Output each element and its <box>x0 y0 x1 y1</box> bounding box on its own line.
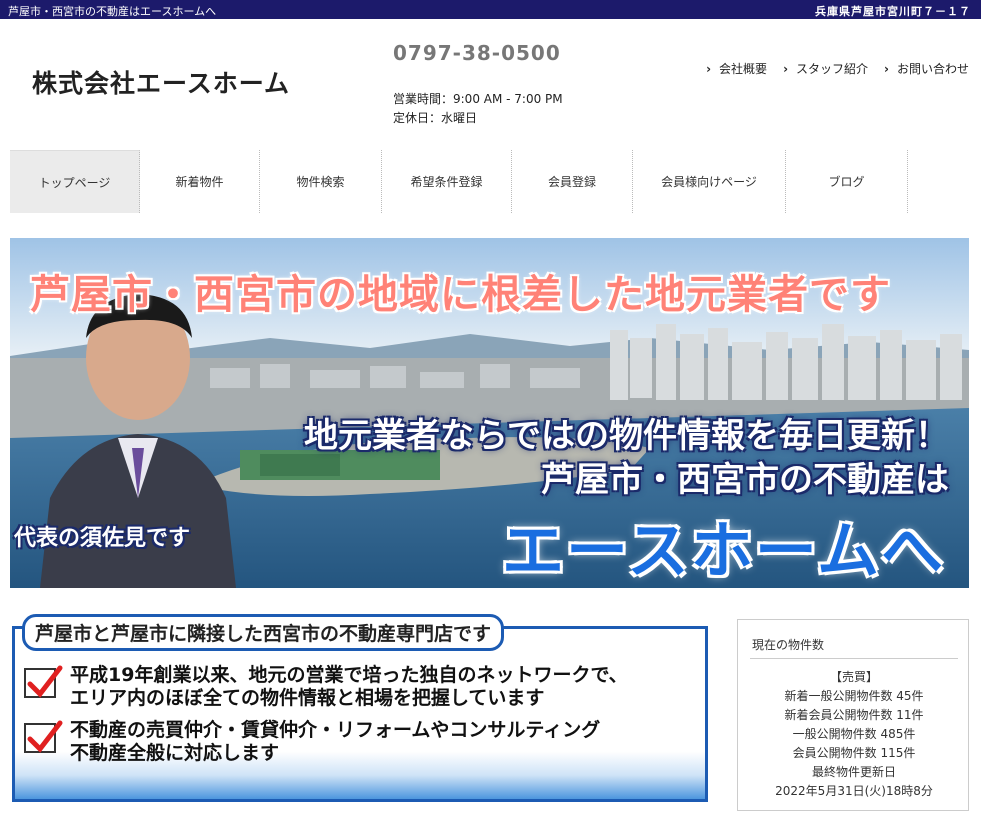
nav-item-register[interactable]: 会員登録 <box>512 150 633 213</box>
top-bar: 芦屋市・西宮市の不動産はエースホームへ 兵庫県芦屋市宮川町７－１７ <box>0 0 981 19</box>
link-contact[interactable]: お問い合わせ <box>884 60 969 77</box>
widget-list: 【売買】 新着一般公開物件数 45件 新着会員公開物件数 11件 一般公開物件数… <box>738 668 970 801</box>
nav-item-top[interactable]: トップページ <box>10 150 140 213</box>
opening-hours: 営業時間：9:00 AM - 7:00 PM <box>393 92 563 106</box>
widget-line-category: 【売買】 <box>829 670 878 684</box>
widget-title: 現在の物件数 <box>752 638 825 652</box>
representative-caption: 代表の須佐見です <box>14 526 191 551</box>
hero-brand: エースホームへ <box>501 514 945 587</box>
hero-headline: 芦屋市・西宮市の地域に根差した地元業者です <box>30 272 891 318</box>
intro-title: 芦屋市と芦屋市に隣接した西宮市の不動産専門店です <box>22 614 505 651</box>
intro-point: 不動産の売買仲介・賃貸仲介・リフォームやコンサルティング 不動産全般に対応します <box>24 719 600 765</box>
hero-subline-2: 芦屋市・西宮市の不動産は <box>541 460 949 500</box>
nav-item-wish[interactable]: 希望条件登録 <box>382 150 512 213</box>
intro-point-2-line-2: 不動産全般に対応します <box>70 742 280 764</box>
widget-divider <box>750 658 958 659</box>
check-icon <box>24 720 63 753</box>
intro-point-1-line-1: 平成19年創業以来、地元の営業で培った独自のネットワークで、 <box>70 664 628 686</box>
widget-line-member: 会員公開物件数 115件 <box>792 746 916 760</box>
hero-banner: 芦屋市・西宮市の地域に根差した地元業者です 地元業者ならではの物件情報を毎日更新… <box>10 238 969 588</box>
address: 兵庫県芦屋市宮川町７－１７ <box>815 5 971 18</box>
intro-point-1-line-2: エリア内のほぼ全ての物件情報と相場を把握しています <box>70 687 545 709</box>
header-links: 会社概要 スタッフ紹介 お問い合わせ <box>706 60 969 77</box>
widget-line-new-public: 新着一般公開物件数 45件 <box>784 689 924 703</box>
widget-line-public: 一般公開物件数 485件 <box>792 727 916 741</box>
closed-day: 定休日：水曜日 <box>393 111 478 125</box>
link-staff[interactable]: スタッフ紹介 <box>783 60 868 77</box>
phone-number: 0797-38-0500 <box>393 41 561 65</box>
nav-item-member[interactable]: 会員様向けページ <box>633 150 786 213</box>
hero-subline-1: 地元業者ならではの物件情報を毎日更新！ <box>304 416 949 456</box>
business-hours: 営業時間：9:00 AM - 7:00 PM 定休日：水曜日 <box>393 90 563 128</box>
widget-line-updated-date: 2022年5月31日(火)18時8分 <box>775 784 933 798</box>
nav-item-search[interactable]: 物件検索 <box>260 150 382 213</box>
intro-point-2-line-1: 不動産の売買仲介・賃貸仲介・リフォームやコンサルティング <box>70 719 601 741</box>
site-tagline: 芦屋市・西宮市の不動産はエースホームへ <box>8 5 217 18</box>
nav-item-new[interactable]: 新着物件 <box>140 150 260 213</box>
nav-item-blog[interactable]: ブログ <box>786 150 908 213</box>
check-icon <box>24 665 63 698</box>
main-nav: トップページ 新着物件 物件検索 希望条件登録 会員登録 会員様向けページ ブロ… <box>10 150 908 213</box>
intro-box: 芦屋市と芦屋市に隣接した西宮市の不動産専門店です 平成19年創業以来、地元の営業… <box>12 612 712 802</box>
link-company-profile[interactable]: 会社概要 <box>706 60 767 77</box>
listing-count-widget: 現在の物件数 【売買】 新着一般公開物件数 45件 新着会員公開物件数 11件 … <box>737 619 969 811</box>
widget-line-new-member: 新着会員公開物件数 11件 <box>784 708 924 722</box>
widget-line-updated-label: 最終物件更新日 <box>811 765 896 779</box>
company-logo[interactable]: 株式会社エースホーム <box>32 64 290 100</box>
intro-frame <box>12 626 708 802</box>
intro-point: 平成19年創業以来、地元の営業で培った独自のネットワークで、 エリア内のほぼ全て… <box>24 664 628 710</box>
